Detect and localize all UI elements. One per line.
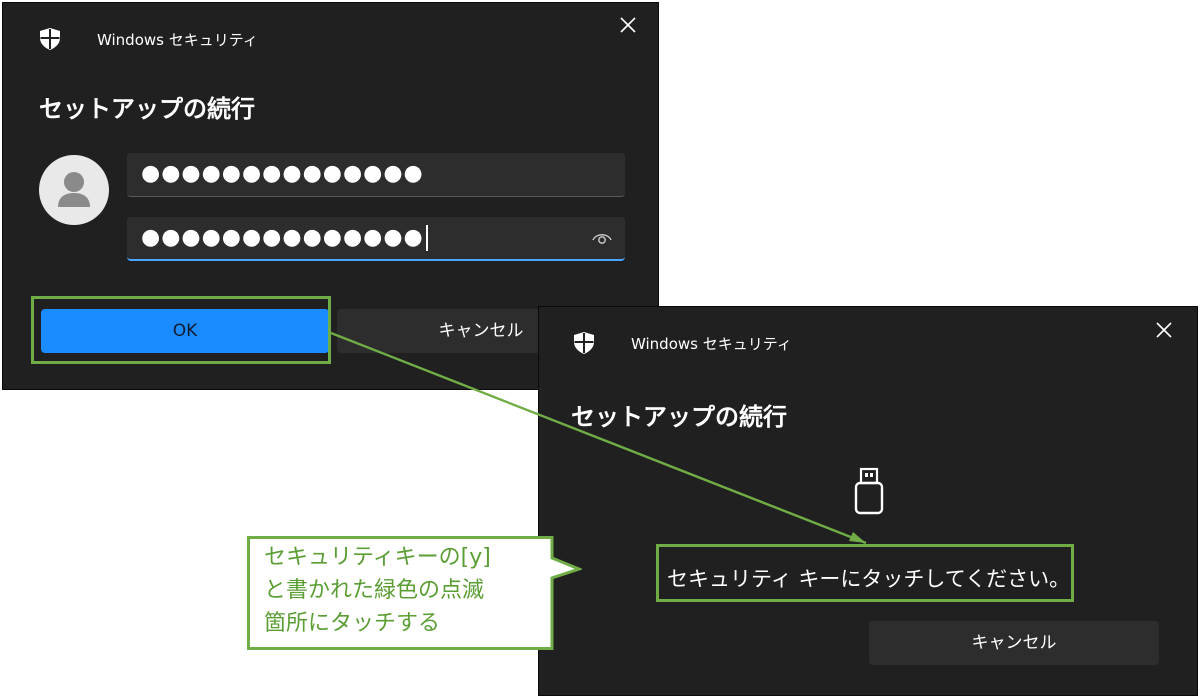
- dialog-heading: セットアップの続行: [571, 403, 787, 431]
- password-field[interactable]: ●●●●●●●●●●●●●●: [127, 217, 625, 261]
- text-caret: [425, 225, 428, 251]
- reveal-password-icon[interactable]: [591, 229, 613, 247]
- user-avatar: [39, 155, 109, 225]
- username-value: ●●●●●●●●●●●●●●: [141, 161, 424, 186]
- callout-text: セキュリティキーの[y] と書かれた緑色の点滅 箇所にタッチする: [264, 541, 564, 640]
- dialog-heading: セットアップの続行: [39, 95, 255, 123]
- close-icon[interactable]: [1155, 321, 1173, 339]
- shield-icon: [40, 28, 60, 50]
- username-field[interactable]: ●●●●●●●●●●●●●●: [127, 153, 625, 197]
- ok-button-highlight: [31, 296, 331, 364]
- close-icon[interactable]: [619, 16, 637, 34]
- setup-dialog-security-key: Windows セキュリティ セットアップの続行 セキュリティ キーにタッチして…: [538, 306, 1198, 696]
- app-title: Windows セキュリティ: [631, 335, 792, 353]
- usb-security-key-icon: [854, 467, 884, 515]
- callout-line-3: 箇所にタッチする: [264, 611, 441, 636]
- shield-icon: [574, 332, 594, 354]
- user-icon: [58, 172, 90, 207]
- cancel-button[interactable]: キャンセル: [869, 621, 1159, 665]
- password-input-content: ●●●●●●●●●●●●●●: [141, 225, 428, 251]
- callout-line-1: セキュリティキーの[y]: [264, 545, 491, 570]
- callout-line-2: と書かれた緑色の点滅: [264, 578, 485, 603]
- app-title: Windows セキュリティ: [97, 31, 258, 49]
- touch-message-highlight: [656, 544, 1074, 602]
- password-value: ●●●●●●●●●●●●●●: [141, 225, 424, 250]
